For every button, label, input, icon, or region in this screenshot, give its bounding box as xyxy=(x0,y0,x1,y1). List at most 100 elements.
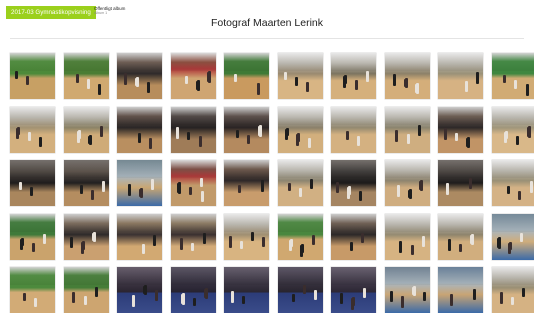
photo-thumbnail[interactable] xyxy=(438,160,483,206)
photo-thumbnail[interactable] xyxy=(171,267,216,313)
photo-thumbnail[interactable] xyxy=(171,160,216,206)
photo-thumbnail[interactable] xyxy=(117,267,162,313)
photo-figure xyxy=(207,72,210,82)
photo-figure xyxy=(407,134,410,144)
photo-figure xyxy=(423,292,426,301)
photo-thumbnail[interactable] xyxy=(117,107,162,153)
photo-thumbnail[interactable] xyxy=(64,214,109,260)
photo-thumbnail[interactable] xyxy=(385,267,430,313)
photo-figure xyxy=(204,289,207,298)
photo-figure xyxy=(404,79,407,87)
photo-thumbnail[interactable] xyxy=(492,53,534,99)
photo-thumbnail[interactable] xyxy=(10,160,55,206)
photo-thumbnail[interactable] xyxy=(224,53,269,99)
photo-thumbnail[interactable] xyxy=(64,160,109,206)
photo-thumbnail[interactable] xyxy=(117,214,162,260)
photo-figure xyxy=(201,191,204,202)
photo-thumbnail[interactable] xyxy=(438,214,483,260)
photo-thumbnail[interactable] xyxy=(64,267,109,313)
photo-figure xyxy=(142,244,145,254)
photo-figure xyxy=(308,138,311,148)
photo-figure xyxy=(100,126,103,137)
photo-figure xyxy=(238,185,241,193)
photo-thumbnail[interactable] xyxy=(385,214,430,260)
photo-figure xyxy=(19,182,22,190)
photo-figure xyxy=(26,76,29,85)
photo-figure xyxy=(446,183,449,195)
photo-thumbnail[interactable] xyxy=(171,214,216,260)
photo-figure xyxy=(124,73,127,85)
photo-thumbnail[interactable] xyxy=(331,267,376,313)
photo-thumbnail[interactable] xyxy=(117,160,162,206)
photo-figure xyxy=(419,181,422,190)
photo-figure xyxy=(497,238,500,248)
photo-thumbnail[interactable] xyxy=(10,267,55,313)
photo-figure xyxy=(92,233,95,241)
photo-figure xyxy=(346,131,349,140)
photo-figure xyxy=(285,129,288,140)
photo-figure xyxy=(397,185,400,197)
photo-thumbnail[interactable] xyxy=(171,53,216,99)
photo-thumbnail[interactable] xyxy=(438,267,483,313)
photo-thumbnail[interactable] xyxy=(10,53,55,99)
photo-figure xyxy=(135,78,138,86)
photo-figure xyxy=(516,136,519,145)
photo-thumbnail[interactable] xyxy=(64,53,109,99)
photo-figure xyxy=(522,288,525,297)
photo-figure xyxy=(292,294,295,302)
photo-thumbnail[interactable] xyxy=(438,53,483,99)
photo-figure xyxy=(193,298,196,306)
photo-thumbnail[interactable] xyxy=(10,214,55,260)
photo-thumbnail[interactable] xyxy=(278,214,323,260)
photo-thumbnail[interactable] xyxy=(385,160,430,206)
photo-figure xyxy=(132,295,135,307)
photo-figure xyxy=(465,81,468,92)
photo-figure xyxy=(390,291,393,302)
photo-thumbnail[interactable] xyxy=(278,53,323,99)
photo-figure xyxy=(504,132,507,143)
photo-figure xyxy=(299,188,302,197)
photo-thumbnail[interactable] xyxy=(385,53,430,99)
photo-figure xyxy=(289,240,292,251)
photo-thumbnail[interactable] xyxy=(331,214,376,260)
photo-figure xyxy=(95,287,98,297)
photo-figure xyxy=(401,296,404,308)
photo-thumbnail[interactable] xyxy=(224,267,269,313)
photo-figure xyxy=(411,245,414,255)
photo-figure xyxy=(503,75,506,83)
photo-thumbnail[interactable] xyxy=(117,53,162,99)
photo-figure xyxy=(251,232,254,241)
photo-figure xyxy=(361,233,364,243)
photo-thumbnail[interactable] xyxy=(224,107,269,153)
photo-thumbnail[interactable] xyxy=(438,107,483,153)
photo-figure xyxy=(139,189,142,197)
photo-thumbnail[interactable] xyxy=(492,214,534,260)
photo-thumbnail[interactable] xyxy=(278,160,323,206)
photo-figure xyxy=(191,243,194,251)
photo-figure xyxy=(153,235,156,246)
photo-thumbnail[interactable] xyxy=(278,107,323,153)
photo-figure xyxy=(357,136,360,146)
photo-figure xyxy=(176,127,179,139)
photo-thumbnail[interactable] xyxy=(331,160,376,206)
photo-thumbnail[interactable] xyxy=(224,214,269,260)
photo-figure xyxy=(155,290,158,301)
photo-thumbnail[interactable] xyxy=(492,107,534,153)
photo-figure xyxy=(15,71,18,79)
photo-thumbnail[interactable] xyxy=(331,53,376,99)
photo-figure xyxy=(185,76,188,84)
photo-thumbnail[interactable] xyxy=(331,107,376,153)
photo-thumbnail[interactable] xyxy=(278,267,323,313)
photo-figure xyxy=(34,298,37,307)
photo-thumbnail[interactable] xyxy=(64,107,109,153)
photo-thumbnail[interactable] xyxy=(492,267,534,313)
photo-figure xyxy=(363,288,366,298)
photo-figure xyxy=(80,185,83,194)
photo-thumbnail[interactable] xyxy=(492,160,534,206)
photo-thumbnail[interactable] xyxy=(224,160,269,206)
photo-thumbnail[interactable] xyxy=(385,107,430,153)
photo-figure xyxy=(366,71,369,82)
photo-thumbnail[interactable] xyxy=(171,107,216,153)
photo-thumbnail[interactable] xyxy=(10,107,55,153)
photo-figure xyxy=(350,242,353,251)
